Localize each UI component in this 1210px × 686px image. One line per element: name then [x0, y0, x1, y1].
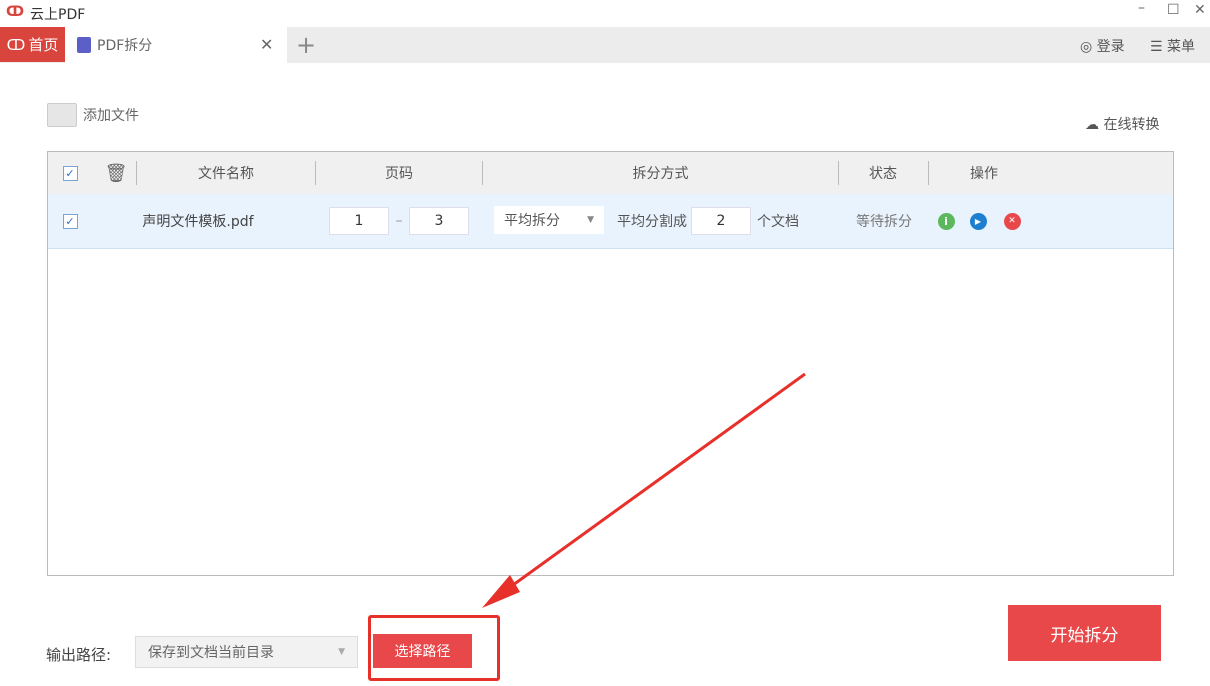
title-bar: ↀ 云上PDF – ☐ ✕ [0, 0, 1210, 26]
play-icon[interactable]: ▶ [969, 212, 987, 230]
close-tab-icon[interactable]: ✕ [260, 35, 273, 54]
status-text: 等待拆分 [856, 214, 912, 230]
table-row: ✓ 声明文件模板.pdf 1 – 3 平均拆分 ▼ 平均分割成 2 个文档 等待拆… [48, 194, 1173, 249]
menu-icon: ☰ [1150, 39, 1163, 55]
login-label: 登录 [1096, 39, 1125, 55]
app-logo-icon: ↀ [6, 4, 25, 20]
header-pages: 页码 [385, 166, 413, 182]
tab-pdf-split[interactable]: PDF拆分 ✕ [65, 27, 287, 63]
close-window-button[interactable]: ✕ [1194, 2, 1206, 18]
online-convert-button[interactable]: ☁ 在线转换 [1085, 114, 1159, 134]
new-tab-button[interactable]: + [288, 27, 324, 63]
cloud-icon: ↀ [6, 35, 26, 54]
menu-label: 菜单 [1167, 39, 1196, 55]
table-header: ✓ 🗑 文件名称 页码 拆分方式 状态 操作 [48, 152, 1173, 194]
filename: 声明文件模板.pdf [142, 214, 254, 230]
header-status: 状态 [869, 166, 897, 182]
split-mode-select[interactable]: 平均拆分 ▼ [494, 206, 604, 234]
page-from-input[interactable]: 1 [329, 207, 389, 235]
trash-icon[interactable]: 🗑 [104, 152, 128, 194]
add-file-button[interactable]: 添加文件 [47, 103, 139, 127]
chevron-down-icon: ▼ [338, 647, 345, 657]
tab-home[interactable]: ↀ 首页 [0, 27, 65, 62]
start-split-button[interactable]: 开始拆分 [1008, 605, 1161, 661]
header-split-mode: 拆分方式 [632, 166, 689, 182]
remove-icon[interactable]: ✕ [1003, 212, 1021, 230]
select-all-checkbox[interactable]: ✓ [62, 165, 78, 181]
header-filename: 文件名称 [198, 166, 254, 182]
annotation-arrow [482, 372, 806, 608]
app-title: 云上PDF [30, 7, 86, 23]
menu-button[interactable]: ☰ 菜单 [1150, 36, 1195, 56]
output-path-select[interactable]: 保存到文档当前目录 ▼ [135, 636, 358, 668]
choose-path-button[interactable]: 选择路径 [373, 634, 472, 668]
login-button[interactable]: ◎ 登录 [1080, 36, 1125, 56]
page-dash: – [395, 213, 403, 229]
header-actions: 操作 [970, 166, 998, 182]
output-path-value: 保存到文档当前目录 [148, 645, 274, 661]
row-checkbox[interactable]: ✓ [62, 213, 78, 229]
split-mode-value: 平均拆分 [504, 213, 560, 229]
split-label: 平均分割成 [617, 214, 687, 230]
cloud-upload-icon: ☁ [1085, 117, 1099, 133]
online-convert-label: 在线转换 [1103, 117, 1160, 133]
chevron-down-icon: ▼ [587, 215, 594, 225]
output-path-label: 输出路径: [46, 646, 112, 664]
tab-label: PDF拆分 [97, 38, 153, 54]
split-unit: 个文档 [757, 214, 799, 230]
folder-icon [47, 103, 77, 127]
maximize-button[interactable]: ☐ [1167, 2, 1180, 18]
tab-home-label: 首页 [28, 36, 59, 54]
page-to-input[interactable]: 3 [409, 207, 469, 235]
info-icon[interactable]: i [937, 212, 955, 230]
minimize-button[interactable]: – [1138, 0, 1145, 16]
add-file-label: 添加文件 [83, 108, 139, 124]
user-icon: ◎ [1080, 39, 1093, 55]
pdf-file-icon [77, 37, 91, 53]
split-count-input[interactable]: 2 [691, 207, 751, 235]
